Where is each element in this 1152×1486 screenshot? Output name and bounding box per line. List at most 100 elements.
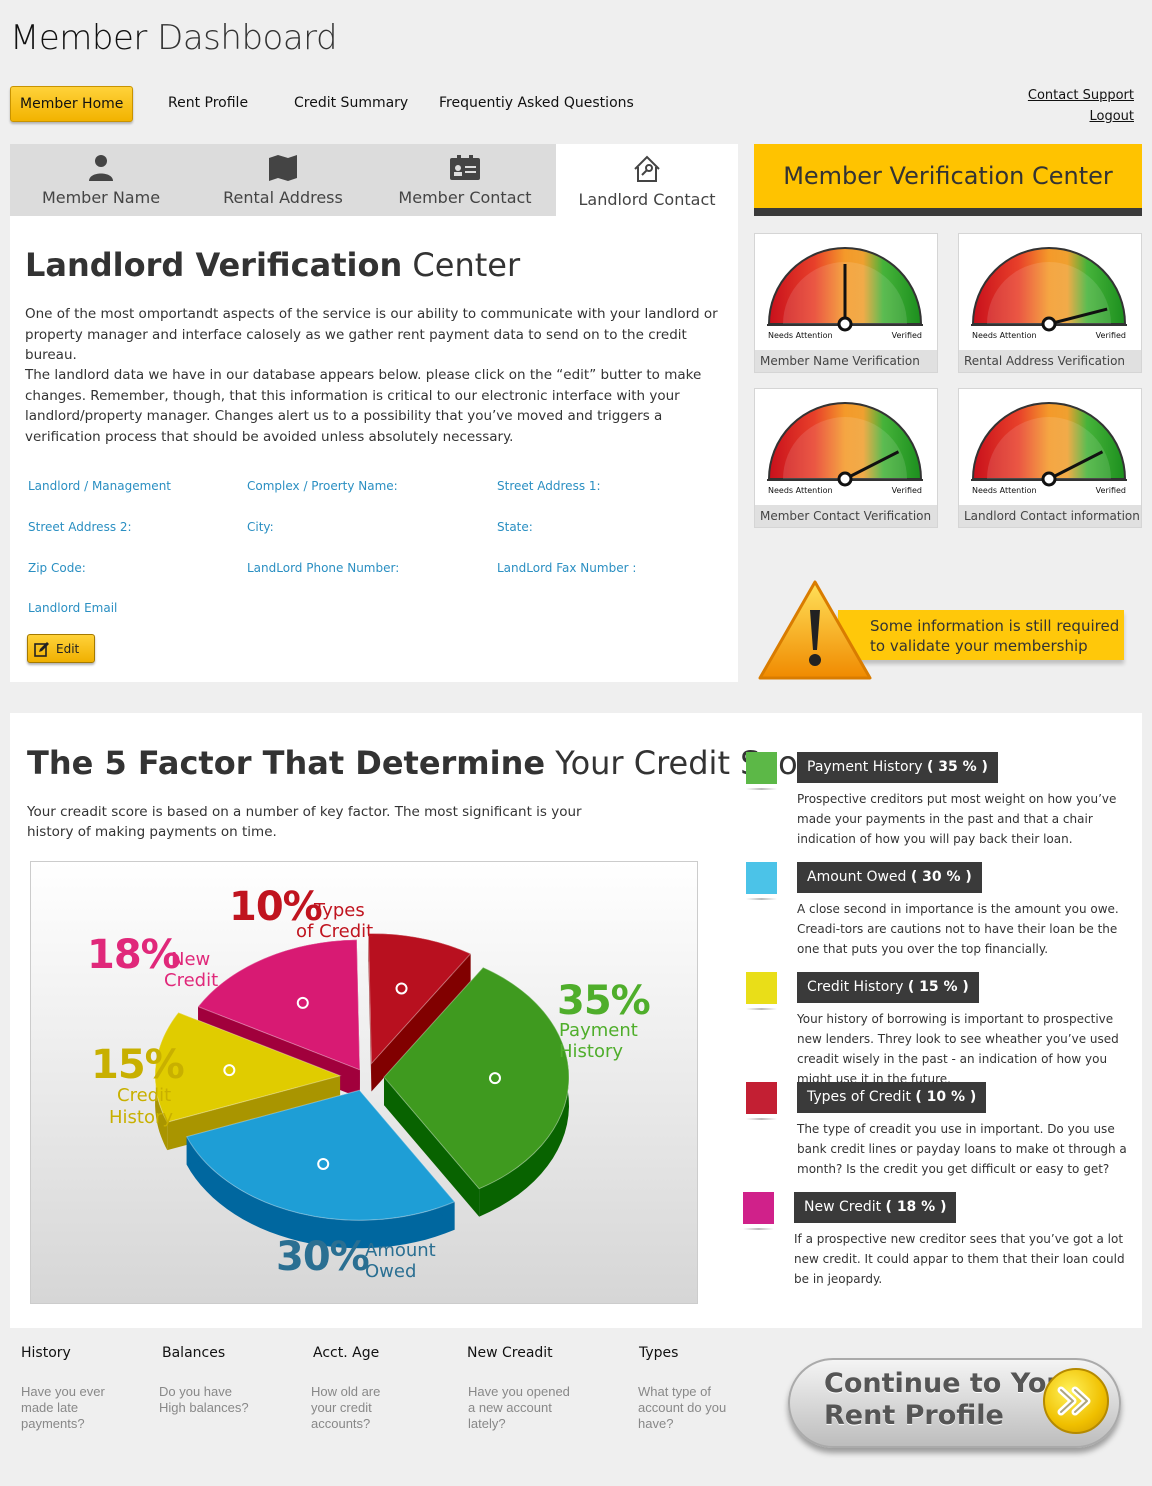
factor-heading-credit-history: Credit History ( 15 % ) [797,972,979,1003]
field-street-address-1[interactable]: Street Address 1: [497,479,601,493]
gauge-needs-attention-label: Needs Attention [972,331,1037,340]
pencil-icon [34,641,49,657]
cta-line-2: Rent Profile [824,1400,1004,1431]
factor-name: New Credit [804,1199,882,1215]
field-phone-number[interactable]: LandLord Phone Number: [247,561,399,575]
gauge-label: Rental Address Verification [959,350,1141,372]
id-card-icon [450,155,480,180]
field-fax-number[interactable]: LandLord Fax Number : [497,561,636,575]
gauge-needs-attention-label: Needs Attention [768,486,833,495]
gauge-hub [837,471,853,487]
landlord-data-text: The landlord data we have in our databas… [25,367,702,445]
gauge-dial: Needs Attention Verified [959,234,1141,350]
pie-label-history-pct: 15% [91,1042,185,1088]
gauge-hub [837,316,853,332]
factor-description-amount-owed: A close second in importance is the amou… [797,902,1119,956]
factor-heading-new-credit: New Credit ( 18 % ) [794,1192,957,1223]
gauge-dial: Needs Attention Verified [959,389,1141,505]
gauge-dial: Needs Attention Verified [755,389,937,505]
field-zip-code[interactable]: Zip Code: [28,561,86,575]
field-state[interactable]: State: [497,520,533,534]
tab-member-contact[interactable]: Member Contact [374,144,556,216]
tab-label: Landlord Contact [578,190,716,209]
title-bold: The 5 Factor That Determine [27,744,546,782]
gauge-label: Member Name Verification [755,350,937,372]
nav-rent-profile[interactable]: Rent Profile [168,95,248,111]
tab-landlord-contact[interactable]: Landlord Contact [556,144,738,216]
gauge-needs-attention-label: Needs Attention [972,486,1037,495]
page-title: Member Dashboard [10,18,338,58]
swatch-shadow [746,1008,777,1010]
edit-button[interactable]: Edit [27,634,95,663]
field-complex-name[interactable]: Complex / Proerty Name: [247,479,398,493]
title-dashboard: Dashboard [146,18,338,58]
pie-label-new-l2: Credit [164,970,219,991]
title-bold: Landlord Verification [25,246,403,284]
pie-label-payment-l1: Payment [559,1020,638,1041]
factor-name: Payment History [807,759,923,775]
field-landlord-management[interactable]: Landlord / Management [28,479,171,493]
landlord-panel [10,216,738,682]
verification-center-title: Member Verification Center [754,144,1142,208]
membership-warning: Some information is still required to va… [838,610,1124,660]
footer-heading-balances: Balances [162,1345,226,1361]
field-street-address-2[interactable]: Street Address 2: [28,520,132,534]
gauge-label: Landlord Contact information [959,505,1141,527]
continue-rent-profile-button[interactable]: Continue to Your Rent Profile [788,1358,1121,1448]
gauge-member-name: Needs Attention Verified Member Name Veri… [754,233,938,373]
pie-label-owed-l2: Owed [365,1261,417,1282]
gauge-dial: Needs Attention Verified [755,234,937,350]
factor-swatch-types-of-credit [746,1082,777,1114]
tab-rental-address[interactable]: Rental Address [192,144,374,216]
house-key-icon [634,155,660,182]
contact-support-link[interactable]: Contact Support [1028,88,1134,103]
pie-label-new-l1: New [171,949,211,970]
tab-label: Member Name [41,188,161,207]
swatch-shadow [746,788,777,790]
tab-member-name[interactable]: Member Name [10,144,192,216]
field-landlord-email[interactable]: Landlord Email [28,601,117,615]
gauge-hub [1041,471,1057,487]
title-member: Member [10,18,147,58]
footer-heading-types: Types [639,1345,679,1361]
footer-heading-new-credit: New Creadit [467,1345,553,1361]
credit-description: Your creadit score is based on a number … [27,804,582,840]
pie-label-types-l1: Types [314,900,365,921]
footer-heading-acct-age: Acct. Age [313,1345,380,1361]
cta-line-1: Continue to Your [824,1368,1079,1399]
factor-percent: ( 35 % ) [927,759,988,775]
pie-label-owed-pct: 30% [276,1234,370,1280]
factor-swatch-new-credit [743,1192,774,1224]
warning-icon [758,580,872,680]
pie-label-history-l1: Credit [117,1085,172,1106]
factor-percent: ( 10 % ) [915,1089,977,1105]
factor-heading-amount-owed: Amount Owed ( 30 % ) [797,862,982,893]
main-nav: Member Home Rent Profile Credit Summary … [10,85,650,123]
map-icon [269,155,297,181]
nav-faq[interactable]: Frequentiy Asked Questions [439,95,634,111]
footer-heading-history: History [21,1345,71,1361]
nav-member-home[interactable]: Member Home [10,86,134,122]
nav-credit-summary[interactable]: Credit Summary [294,95,408,111]
credit-section-title: The 5 Factor That Determine Your Credit … [27,744,851,782]
footer-text-balances: Do you have High balances? [159,1384,249,1415]
tab-label: Rental Address [223,188,343,207]
swatch-shadow [746,898,777,900]
profile-tabs: Member Name Rental Address Member Contac… [10,144,738,216]
gauge-landlord-contact: Needs Attention Verified Landlord Contact… [958,388,1142,528]
swatch-shadow [746,1118,777,1120]
factor-description-new-credit: If a prospective new creditor sees that … [794,1232,1125,1286]
factor-heading-payment-history: Payment History ( 35 % ) [797,752,998,783]
logout-link[interactable]: Logout [1028,109,1134,124]
factor-name: Credit History [807,979,904,995]
pie-label-owed-l1: Amount [365,1240,436,1261]
factor-swatch-credit-history [746,972,777,1004]
factor-description-types-of-credit: The type of creadit you use in important… [797,1122,1127,1176]
gauge-label: Member Contact Verification [755,505,937,527]
footer-text-history: Have you ever made late payments? [21,1384,105,1431]
field-city[interactable]: City: [247,520,274,534]
pie-label-history-l2: History [109,1107,174,1128]
factor-swatch-amount-owed [746,862,777,894]
pie-label-payment-l2: History [559,1041,624,1062]
gauge-verified-label: Verified [1095,331,1126,340]
